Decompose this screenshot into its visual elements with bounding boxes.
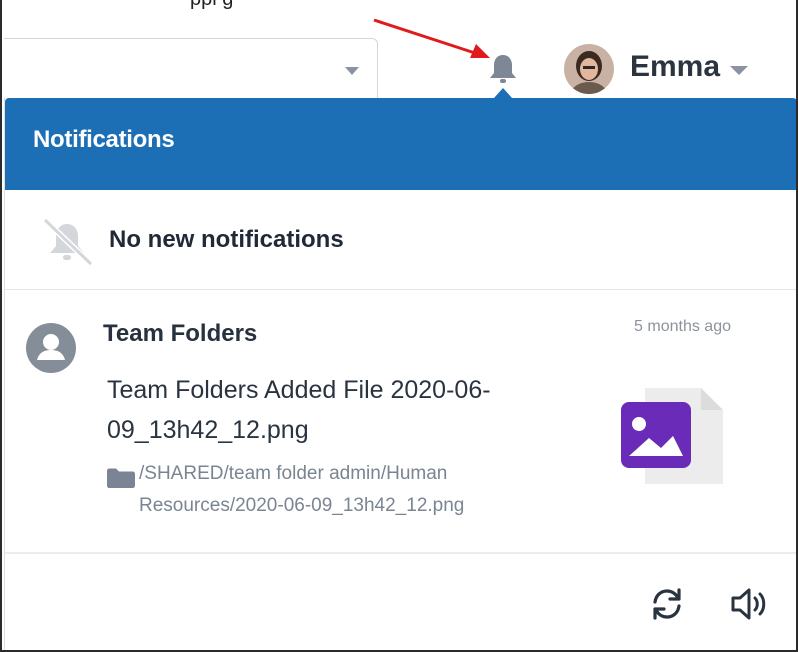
bell-off-icon: [42, 218, 94, 266]
speaker-icon[interactable]: [729, 586, 769, 622]
chevron-down-icon[interactable]: [345, 67, 359, 75]
chevron-down-icon[interactable]: [730, 66, 748, 75]
bell-icon[interactable]: [486, 52, 520, 86]
refresh-icon[interactable]: [649, 586, 685, 622]
list-item[interactable]: Team Folders 5 months ago Team Folders A…: [5, 290, 797, 554]
notifications-panel: Notifications No new notifications Team …: [4, 98, 798, 652]
notification-title: Team Folders: [103, 320, 258, 347]
panel-title: Notifications: [33, 126, 175, 153]
empty-message: No new notifications: [109, 226, 344, 253]
empty-notifications-row: No new notifications: [5, 190, 797, 290]
image-file-icon[interactable]: [615, 384, 725, 488]
path-text[interactable]: /SHARED/team folder admin/Human Resource…: [107, 458, 567, 522]
notifications-header: Notifications: [5, 98, 797, 190]
user-name[interactable]: Emma: [630, 50, 720, 84]
notification-time: 5 months ago: [634, 318, 731, 335]
notification-path[interactable]: /SHARED/team folder admin/Human Resource…: [107, 458, 567, 522]
notification-message[interactable]: Team Folders Added File 2020-06-09_13h42…: [107, 370, 607, 450]
user-circle-icon: [26, 323, 76, 373]
top-select-box[interactable]: [4, 38, 378, 102]
cropped-caption-text: ppi g: [190, 0, 233, 11]
panel-footer: [5, 556, 797, 652]
annotation-arrow-icon: [373, 18, 490, 58]
avatar[interactable]: [564, 44, 614, 94]
dropdown-pointer: [494, 88, 512, 98]
